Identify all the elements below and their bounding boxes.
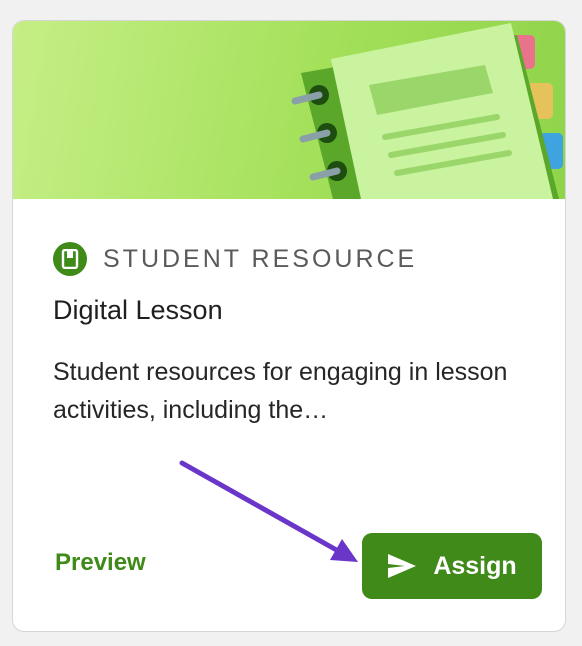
card-banner bbox=[13, 21, 565, 199]
book-icon bbox=[53, 242, 87, 276]
assign-button-label: Assign bbox=[433, 551, 517, 580]
resource-description: Student resources for engaging in lesson… bbox=[53, 358, 508, 424]
assign-button[interactable]: Assign bbox=[362, 533, 542, 599]
resource-card[interactable]: STUDENT RESOURCE Digital Lesson Student … bbox=[12, 20, 566, 632]
resource-title: Digital Lesson bbox=[53, 295, 223, 325]
resource-type-label: STUDENT RESOURCE bbox=[103, 244, 418, 273]
notebook-illustration-icon bbox=[291, 23, 563, 199]
preview-link[interactable]: Preview bbox=[55, 549, 146, 577]
resource-type-row: STUDENT RESOURCE bbox=[53, 241, 417, 277]
send-icon bbox=[387, 553, 417, 579]
